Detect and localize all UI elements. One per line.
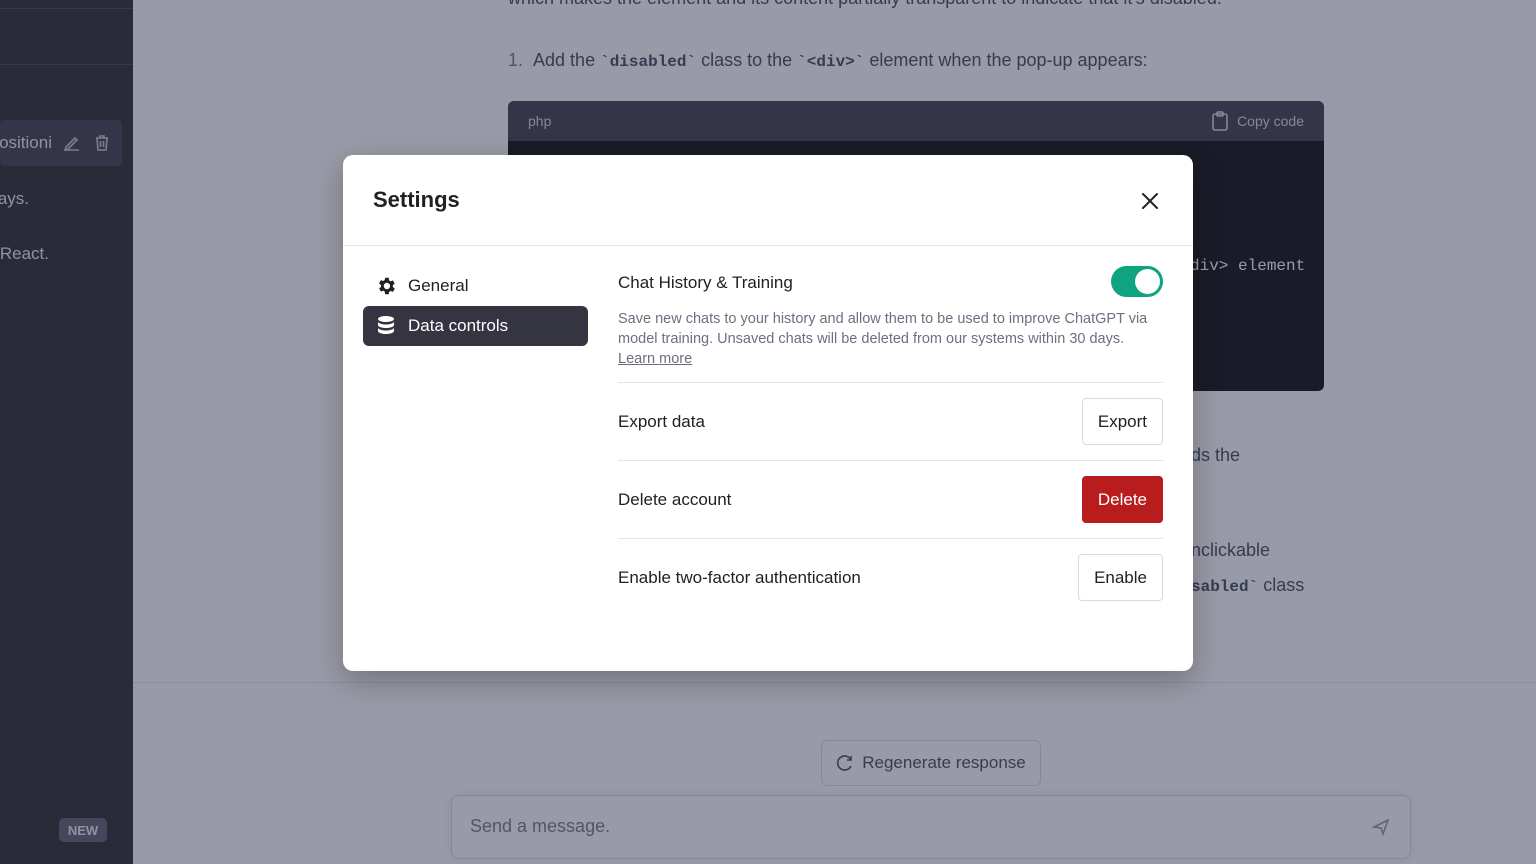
toggle-knob bbox=[1135, 269, 1160, 294]
chat-history-header: Chat History & Training bbox=[618, 265, 1163, 299]
learn-more-link[interactable]: Learn more bbox=[618, 351, 692, 367]
gear-icon bbox=[375, 275, 397, 297]
export-data-row: Export data Export bbox=[618, 382, 1163, 460]
chat-history-title: Chat History & Training bbox=[618, 273, 793, 292]
delete-account-label: Delete account bbox=[618, 489, 732, 509]
delete-account-row: Delete account Delete bbox=[618, 460, 1163, 538]
export-data-label: Export data bbox=[618, 411, 705, 431]
tab-general[interactable]: General bbox=[363, 266, 588, 306]
database-icon bbox=[375, 315, 397, 337]
tab-data-controls[interactable]: Data controls bbox=[363, 306, 588, 346]
data-controls-panel: Chat History & Training Save new chats t… bbox=[618, 265, 1163, 601]
chat-history-description: Save new chats to your history and allow… bbox=[618, 309, 1163, 369]
enable-button[interactable]: Enable bbox=[1078, 554, 1163, 601]
export-button[interactable]: Export bbox=[1081, 398, 1163, 445]
tab-label: General bbox=[408, 276, 469, 295]
chat-history-description-text: Save new chats to your history and allow… bbox=[618, 311, 1148, 347]
tab-label: Data controls bbox=[408, 316, 509, 335]
close-button[interactable] bbox=[1139, 190, 1161, 212]
chat-history-toggle[interactable] bbox=[1111, 266, 1163, 297]
settings-dialog: Settings General Data controls Chat Hist… bbox=[343, 155, 1193, 671]
two-factor-row: Enable two-factor authentication Enable bbox=[618, 538, 1163, 616]
dialog-header: Settings bbox=[343, 155, 1193, 246]
two-factor-label: Enable two-factor authentication bbox=[618, 567, 861, 587]
dialog-title: Settings bbox=[373, 187, 460, 212]
close-icon bbox=[1142, 193, 1158, 209]
delete-button[interactable]: Delete bbox=[1081, 476, 1163, 523]
